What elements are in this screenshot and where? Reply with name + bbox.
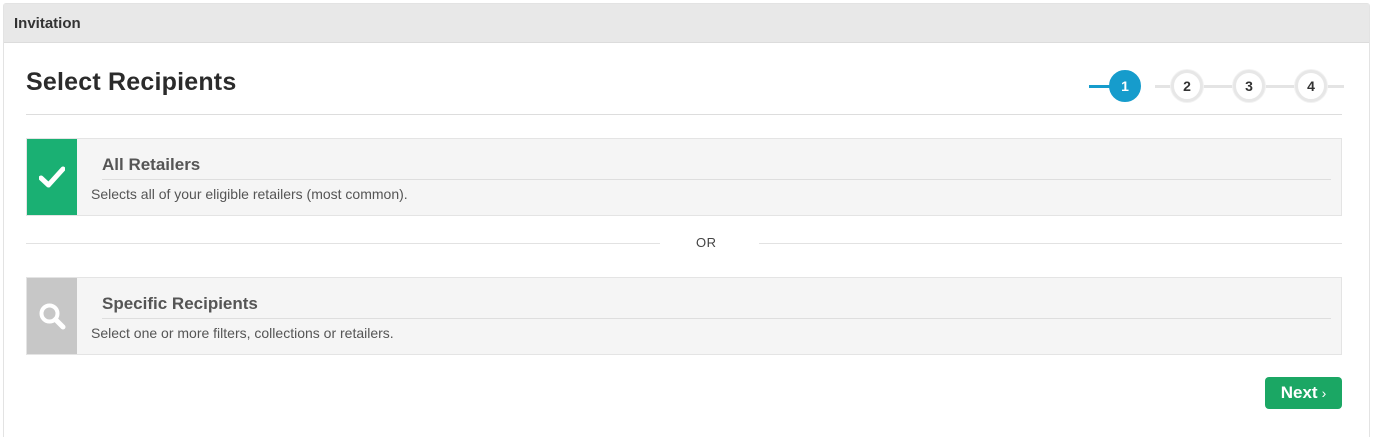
step-3: 3 xyxy=(1233,70,1265,102)
or-divider: OR xyxy=(26,232,1342,254)
progress-stepper: 1 2 3 4 xyxy=(1089,66,1344,106)
page-title-row: Select Recipients 1 2 3 4 xyxy=(26,60,1344,115)
option-all-retailers[interactable]: All Retailers Selects all of your eligib… xyxy=(26,138,1342,216)
option-specific-recipients[interactable]: Specific Recipients Select one or more f… xyxy=(26,277,1342,355)
step-2: 2 xyxy=(1171,70,1203,102)
next-button[interactable]: Next › xyxy=(1265,377,1342,409)
option-title: Specific Recipients xyxy=(102,294,1331,319)
or-label: OR xyxy=(696,235,717,250)
step-1: 1 xyxy=(1109,70,1141,102)
option-title: All Retailers xyxy=(102,155,1331,180)
divider-line-left xyxy=(26,243,660,244)
page-title: Select Recipients xyxy=(26,68,237,96)
divider-line-right xyxy=(759,243,1342,244)
option-description: Selects all of your eligible retailers (… xyxy=(91,186,408,202)
checkmark-icon xyxy=(39,166,65,188)
panel-header: Invitation xyxy=(4,4,1369,43)
step-4: 4 xyxy=(1295,70,1327,102)
chevron-right-icon: › xyxy=(1321,385,1327,401)
option-description: Select one or more filters, collections … xyxy=(91,325,394,341)
option-unselected-indicator xyxy=(27,278,77,354)
panel-title: Invitation xyxy=(14,14,81,32)
search-icon xyxy=(39,303,66,330)
option-selected-indicator xyxy=(27,139,77,215)
next-button-label: Next xyxy=(1280,383,1318,402)
